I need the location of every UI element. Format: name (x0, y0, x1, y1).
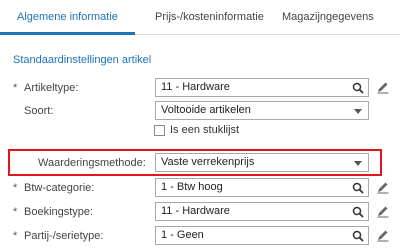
required-marker: * (13, 206, 18, 218)
tab-algemene-informatie[interactable]: Algemene informatie (17, 0, 118, 34)
active-tab-indicator (0, 32, 135, 35)
boekingstype-field[interactable]: 11 - Hardware (155, 202, 369, 221)
chevron-down-icon[interactable] (354, 161, 362, 166)
tab-bar: Algemene informatie Prijs-/kosteninforma… (0, 0, 400, 35)
search-icon[interactable] (352, 82, 364, 94)
row-artikeltype: * Artikeltype: 11 - Hardware (0, 78, 400, 98)
search-icon[interactable] (352, 230, 364, 242)
chevron-down-icon[interactable] (354, 109, 362, 114)
partij-serietype-value: 1 - Geen (161, 229, 204, 241)
section-title: Standaardinstellingen artikel (13, 54, 152, 66)
row-waarderingsmethode: Waarderingsmethode: Vaste verrekenprijs (0, 153, 400, 173)
soort-value: Voltooide artikelen (161, 104, 251, 116)
artikeltype-label: Artikeltype: (24, 82, 79, 94)
btw-categorie-value: 1 - Btw hoog (161, 181, 223, 193)
search-icon[interactable] (352, 182, 364, 194)
tab-prijs-kosteninformatie[interactable]: Prijs-/kosteninformatie (155, 0, 264, 34)
waarderingsmethode-label: Waarderingsmethode: (38, 157, 146, 169)
waarderingsmethode-select[interactable]: Vaste verrekenprijs (155, 153, 369, 172)
artikeltype-value: 11 - Hardware (161, 81, 230, 93)
soort-label: Soort: (24, 105, 54, 117)
soort-select[interactable]: Voltooide artikelen (155, 101, 369, 120)
row-stuklijst: Is een stuklijst (0, 122, 400, 142)
btw-categorie-label: Btw-categorie: (24, 182, 95, 194)
required-marker: * (13, 182, 18, 194)
pencil-icon[interactable] (376, 180, 390, 194)
btw-categorie-field[interactable]: 1 - Btw hoog (155, 178, 369, 197)
pencil-icon[interactable] (376, 204, 390, 218)
partij-serietype-label: Partij-/serietype: (24, 230, 104, 242)
partij-serietype-field[interactable]: 1 - Geen (155, 226, 369, 245)
row-btw-categorie: * Btw-categorie: 1 - Btw hoog (0, 178, 400, 198)
row-partij-serietype: * Partij-/serietype: 1 - Geen (0, 226, 400, 246)
row-boekingstype: * Boekingstype: 11 - Hardware (0, 202, 400, 222)
waarderingsmethode-value: Vaste verrekenprijs (161, 156, 255, 168)
stuklijst-label: Is een stuklijst (170, 124, 240, 136)
tab-magazijngegevens[interactable]: Magazijngegevens (282, 0, 374, 34)
row-soort: Soort: Voltooide artikelen (0, 101, 400, 121)
stuklijst-checkbox[interactable] (154, 125, 165, 136)
search-icon[interactable] (352, 206, 364, 218)
pencil-icon[interactable] (376, 80, 390, 94)
required-marker: * (13, 82, 18, 94)
pencil-icon[interactable] (376, 228, 390, 242)
required-marker: * (13, 230, 18, 242)
artikeltype-field[interactable]: 11 - Hardware (155, 78, 369, 97)
boekingstype-label: Boekingstype: (24, 206, 94, 218)
boekingstype-value: 11 - Hardware (161, 205, 230, 217)
